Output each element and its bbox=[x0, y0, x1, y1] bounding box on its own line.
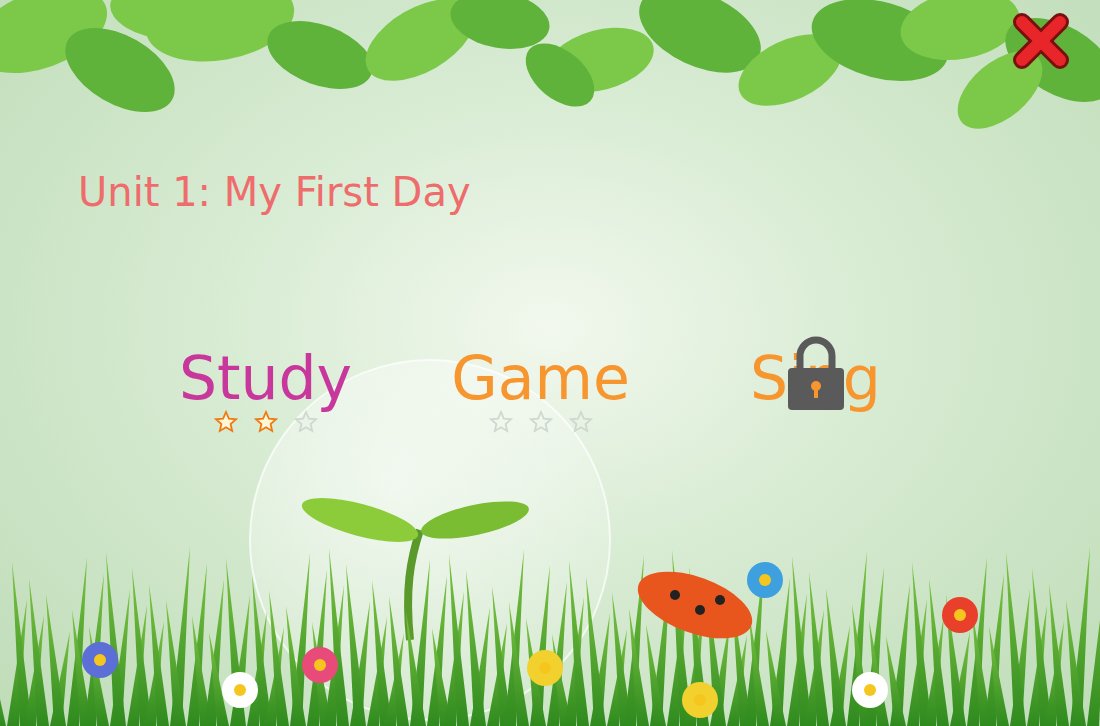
close-button[interactable] bbox=[1010, 10, 1072, 72]
star-icon bbox=[529, 410, 553, 434]
star-rating bbox=[489, 410, 593, 436]
menu: Study Game Sing bbox=[128, 342, 1100, 436]
close-x-icon bbox=[1010, 10, 1072, 72]
unit-title: Unit 1: My First Day bbox=[78, 168, 1100, 216]
menu-item: Game bbox=[403, 342, 678, 436]
star-icon bbox=[254, 410, 278, 434]
lock-icon bbox=[786, 334, 846, 412]
star-icon bbox=[489, 410, 513, 434]
star-icon bbox=[294, 410, 318, 434]
star-icon bbox=[214, 410, 238, 434]
star-rating bbox=[214, 410, 318, 436]
menu-item: Sing bbox=[678, 342, 953, 436]
menu-button[interactable]: Study bbox=[179, 342, 352, 414]
star-icon bbox=[569, 410, 593, 434]
menu-item: Study bbox=[128, 342, 403, 436]
menu-button[interactable]: Game bbox=[451, 342, 630, 414]
